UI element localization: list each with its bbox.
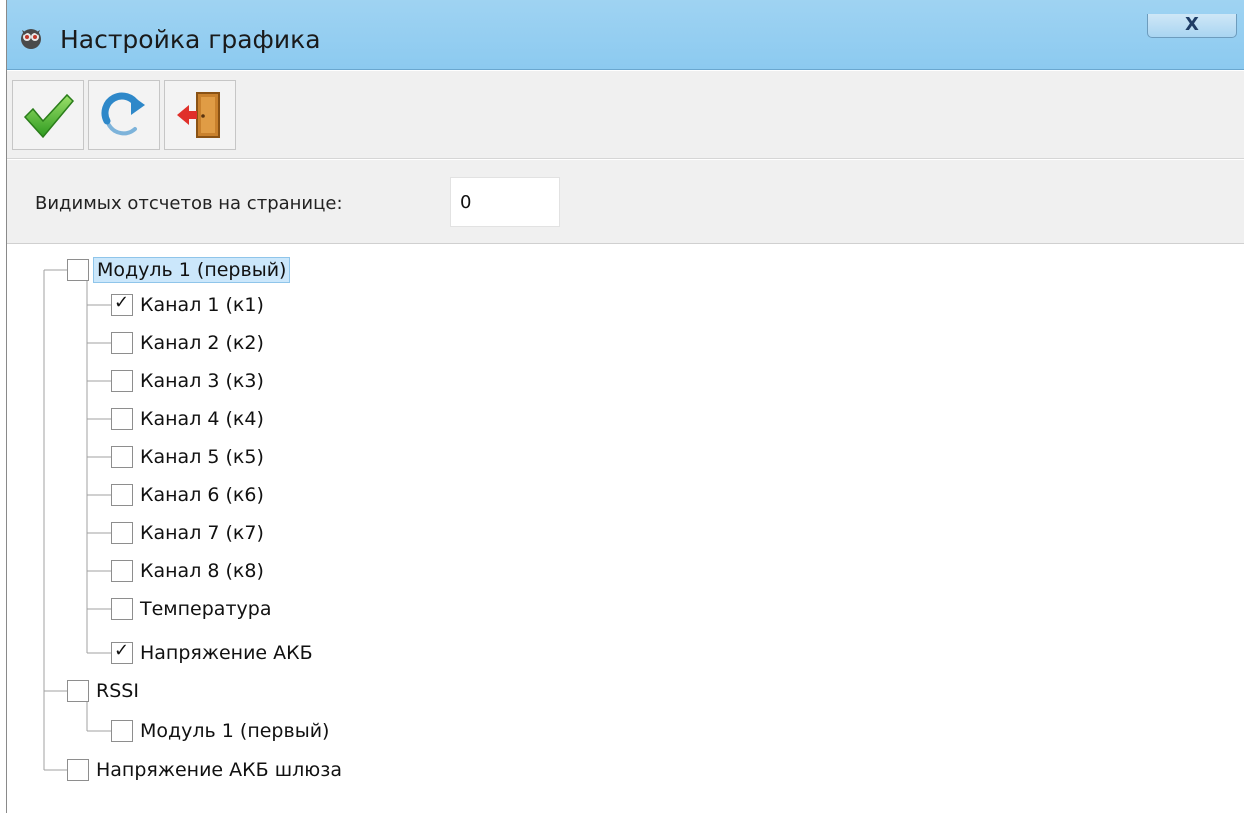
tree-item-channel-4[interactable]: Канал 4 (к4) [111, 401, 267, 437]
checkbox[interactable] [111, 560, 133, 582]
tree-item-label: Канал 1 (к1) [140, 294, 264, 316]
exit-button[interactable] [164, 80, 236, 150]
tree-item-label: Канал 7 (к7) [140, 522, 264, 544]
check-mark-icon: ✓ [114, 640, 130, 661]
tree-item-gateway-battery[interactable]: Напряжение АКБ шлюза [67, 752, 345, 788]
checkbox[interactable]: ✓ [111, 292, 133, 316]
apply-button[interactable] [12, 80, 84, 150]
checkbox[interactable] [111, 598, 133, 620]
refresh-icon [101, 92, 145, 136]
tree-item-module-1[interactable]: Модуль 1 (первый) [67, 252, 291, 288]
checkbox[interactable]: ✓ [111, 640, 133, 664]
tree-item-label: RSSI [96, 680, 139, 702]
close-button[interactable]: X [1147, 14, 1237, 38]
samples-input[interactable] [450, 177, 560, 227]
parameters-bar: Видимых отсчетов на странице: [7, 160, 1244, 244]
checkbox[interactable] [67, 680, 89, 702]
tree-item-channel-3[interactable]: Канал 3 (к3) [111, 363, 267, 399]
app-owl-icon [21, 29, 41, 49]
samples-label: Видимых отсчетов на странице: [35, 193, 343, 214]
checkbox[interactable] [111, 446, 133, 468]
tree-item-rssi-module-1[interactable]: Модуль 1 (первый) [111, 713, 332, 749]
tree-item-label: Модуль 1 (первый) [140, 720, 330, 742]
checkbox[interactable] [67, 759, 89, 781]
tree-item-rssi[interactable]: RSSI [67, 673, 142, 709]
tree-item-label: Напряжение АКБ [140, 642, 313, 664]
tree-item-channel-7[interactable]: Канал 7 (к7) [111, 515, 267, 551]
tree-item-battery-voltage[interactable]: ✓ Напряжение АКБ [111, 635, 316, 671]
tree-item-label: Напряжение АКБ шлюза [96, 759, 342, 781]
tree-item-temperature[interactable]: Температура [111, 591, 274, 627]
tree-item-label: Канал 2 (к2) [140, 332, 264, 354]
checkbox[interactable] [67, 259, 89, 281]
close-icon: X [1185, 14, 1199, 35]
series-tree: Модуль 1 (первый) ✓ Канал 1 (к1) Канал 2… [7, 245, 1244, 813]
tree-item-label: Канал 6 (к6) [140, 484, 264, 506]
toolbar [7, 71, 1244, 159]
tree-item-channel-6[interactable]: Канал 6 (к6) [111, 477, 267, 513]
tree-item-label: Канал 4 (к4) [140, 408, 264, 430]
checkbox[interactable] [111, 522, 133, 544]
tree-item-label: Канал 5 (к5) [140, 446, 264, 468]
checkbox[interactable] [111, 408, 133, 430]
tree-item-label: Канал 8 (к8) [140, 560, 264, 582]
checkmark-icon [23, 93, 75, 139]
settings-window: Настройка графика X Видимых отсчетов на … [6, 0, 1244, 813]
tree-item-label: Модуль 1 (первый) [93, 257, 291, 283]
checkbox[interactable] [111, 484, 133, 506]
tree-item-channel-1[interactable]: ✓ Канал 1 (к1) [111, 287, 267, 323]
checkbox[interactable] [111, 370, 133, 392]
checkbox[interactable] [111, 332, 133, 354]
refresh-button[interactable] [88, 80, 160, 150]
tree-item-channel-2[interactable]: Канал 2 (к2) [111, 325, 267, 361]
tree-item-channel-5[interactable]: Канал 5 (к5) [111, 439, 267, 475]
title-bar[interactable]: Настройка графика X [7, 0, 1244, 70]
check-mark-icon: ✓ [114, 292, 130, 313]
checkbox[interactable] [111, 720, 133, 742]
window-title: Настройка графика [60, 25, 321, 54]
tree-item-label: Канал 3 (к3) [140, 370, 264, 392]
tree-item-channel-8[interactable]: Канал 8 (к8) [111, 553, 267, 589]
exit-door-icon [177, 92, 220, 138]
tree-item-label: Температура [140, 598, 272, 620]
